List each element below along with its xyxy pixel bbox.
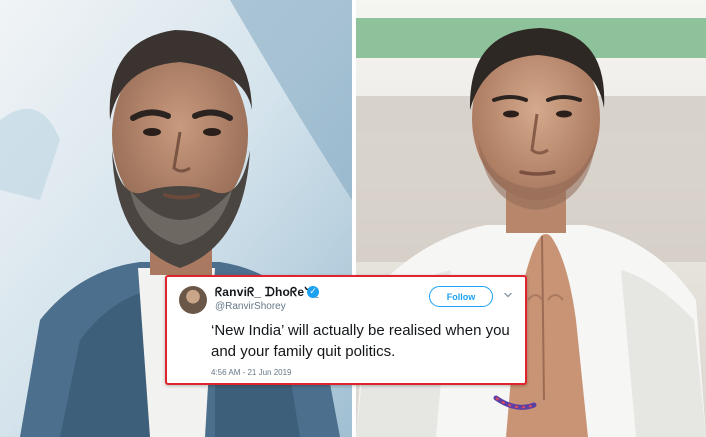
user-handle[interactable]: @RanvirShorey xyxy=(215,301,286,312)
verified-badge-icon: ✓ xyxy=(307,286,319,298)
display-name[interactable]: ᖇanviᖇ_ ᗪhoᖇeᖻ_ xyxy=(215,285,319,300)
avatar[interactable] xyxy=(179,286,207,314)
tweet-text: ‘New India’ will actually be realised wh… xyxy=(211,322,510,360)
follow-button[interactable]: Follow xyxy=(429,286,493,307)
tweet-timestamp[interactable]: 4:56 AM - 21 Jun 2019 xyxy=(211,368,292,377)
chevron-down-icon[interactable] xyxy=(503,290,513,300)
tweet-card: ᖇanviᖇ_ ᗪhoᖇeᖻ_ ✓ @RanvirShorey Follow ‘… xyxy=(165,275,527,385)
